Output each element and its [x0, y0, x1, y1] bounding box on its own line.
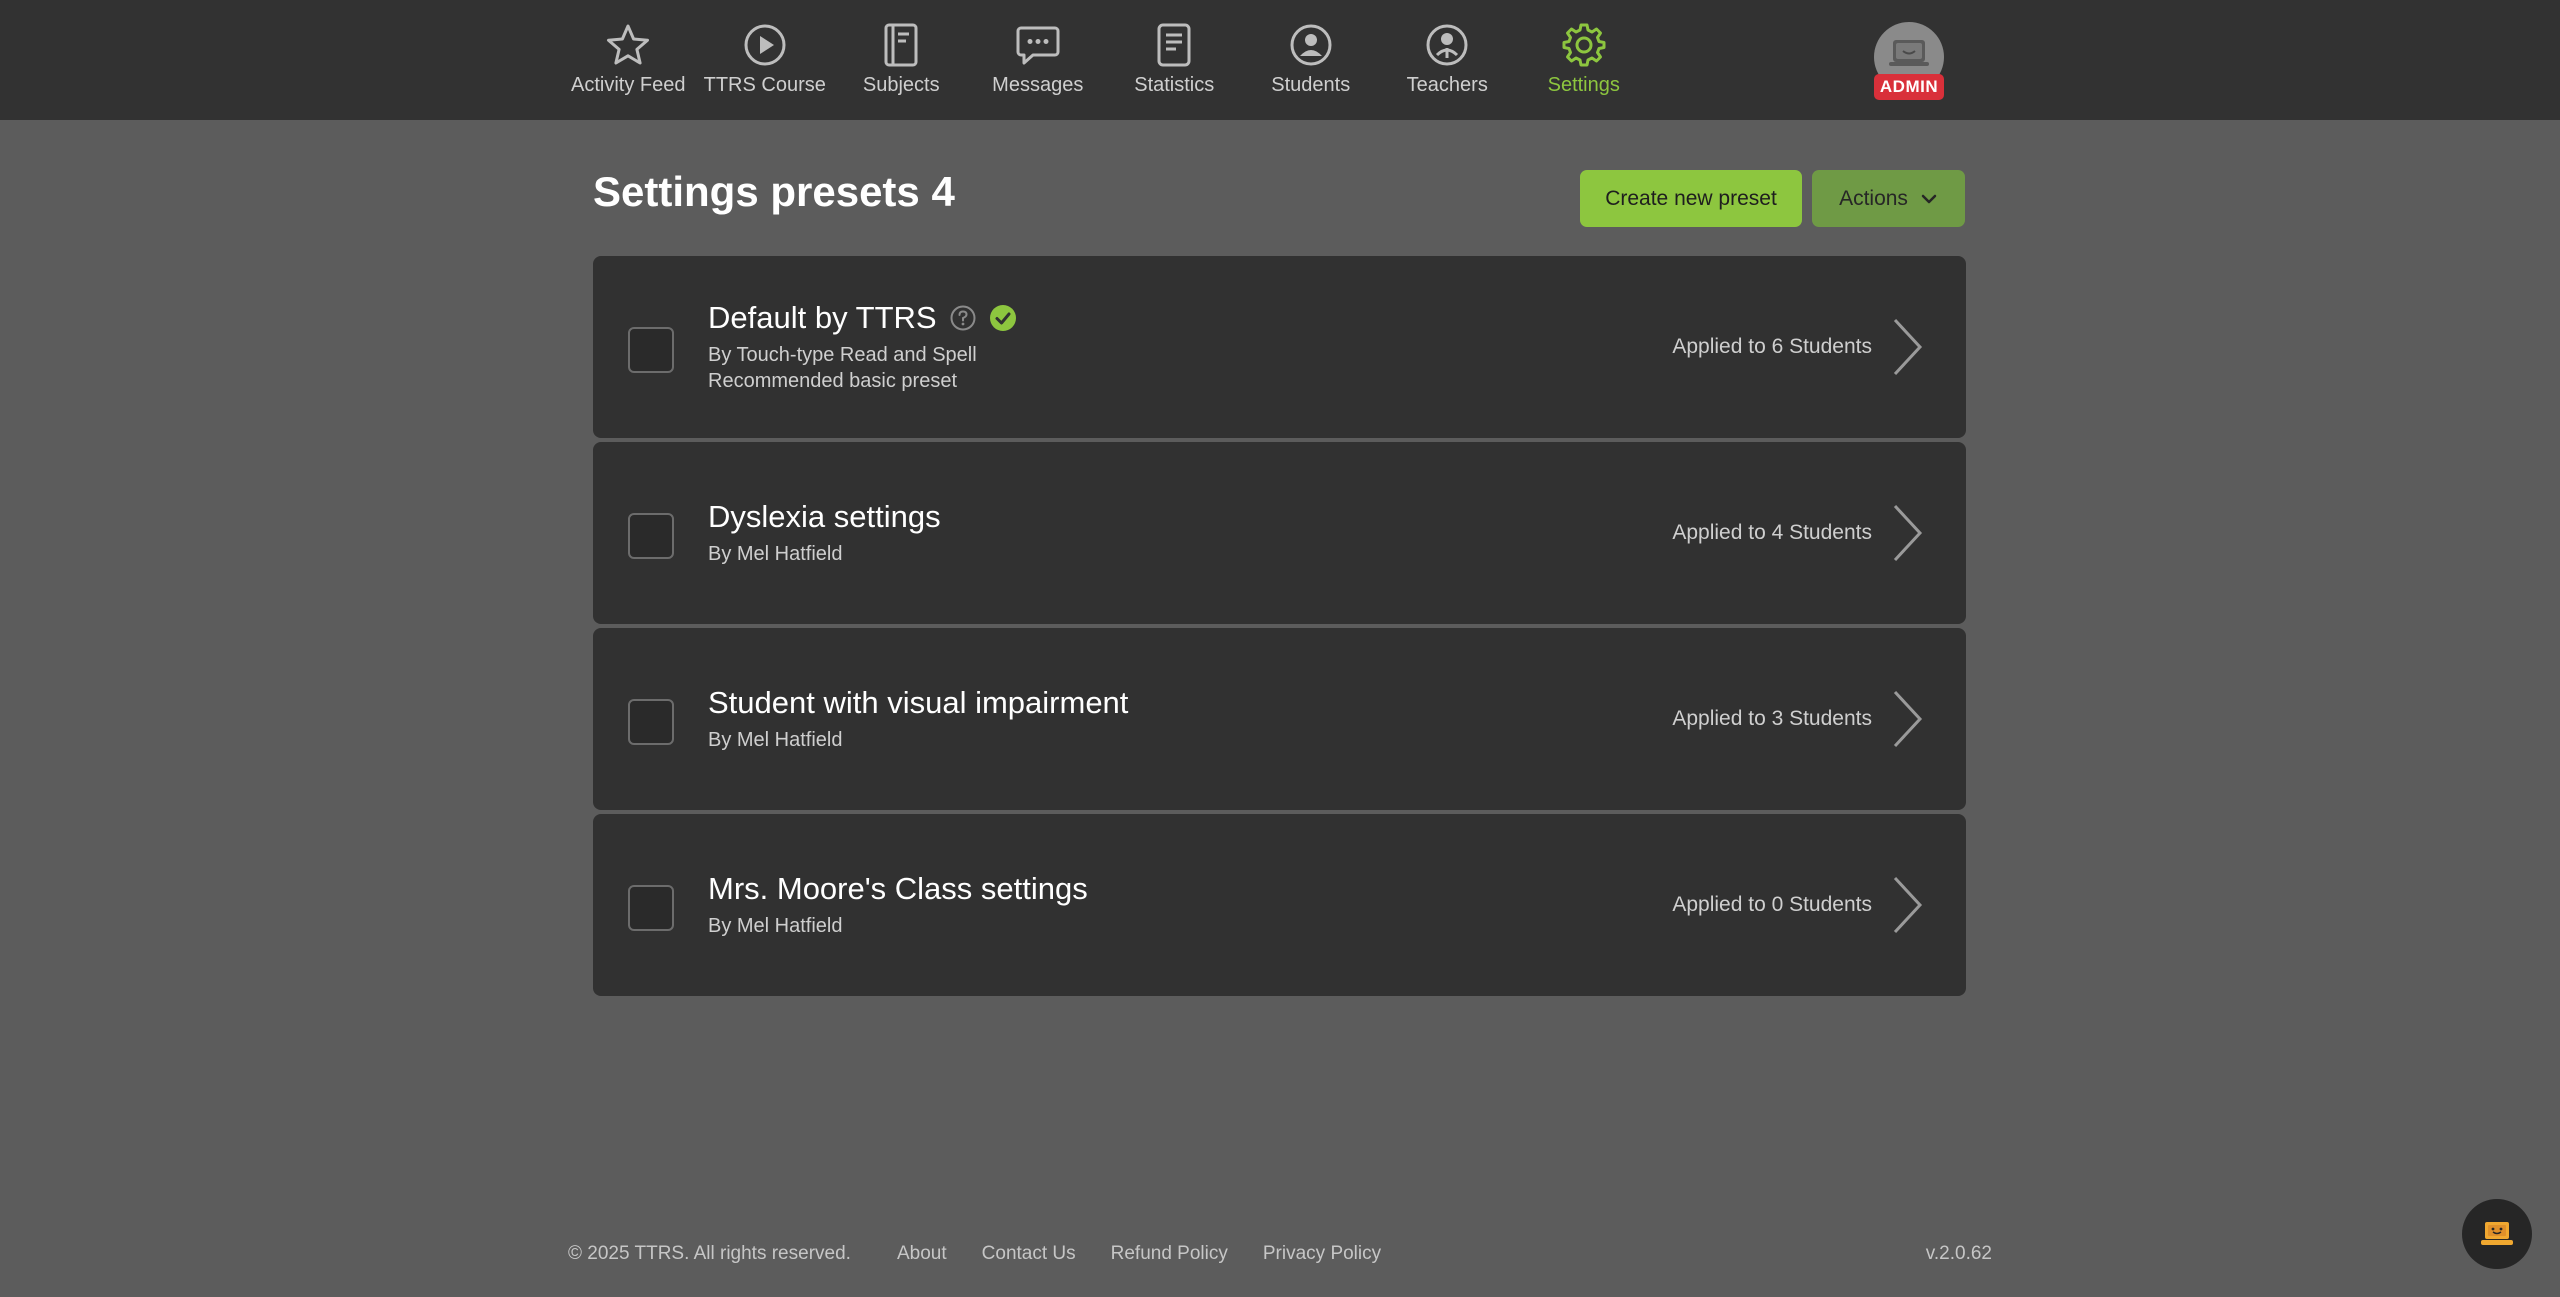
actions-dropdown-button[interactable]: Actions [1812, 170, 1965, 227]
footer-links: About Contact Us Refund Policy Privacy P… [897, 1243, 1381, 1265]
nav-item-activity-feed[interactable]: Activity Feed [560, 0, 697, 120]
nav-item-statistics[interactable]: Statistics [1106, 0, 1243, 120]
preset-list: Default by TTRS By Touch-type Read and S… [593, 256, 1966, 1000]
preset-note: Recommended basic preset [708, 370, 958, 392]
nav-item-settings[interactable]: Settings [1516, 0, 1653, 120]
nav-label: Statistics [1134, 74, 1215, 96]
user-circle-icon [1288, 22, 1334, 68]
nav-item-ttrs-course[interactable]: TTRS Course [697, 0, 834, 120]
nav-item-subjects[interactable]: Subjects [833, 0, 970, 120]
support-chat-icon [2481, 1222, 2513, 1245]
nav-label: TTRS Course [703, 74, 826, 96]
preset-text: Dyslexia settings By Mel Hatfield [708, 442, 941, 624]
chevron-down-icon [1920, 190, 1938, 208]
preset-text: Student with visual impairment By Mel Ha… [708, 628, 1128, 810]
user-avatar-menu[interactable]: ADMIN [1874, 22, 1944, 102]
actions-label: Actions [1839, 186, 1908, 210]
preset-name: Dyslexia settings [708, 499, 941, 534]
preset-author: By Mel Hatfield [708, 729, 843, 751]
nav-item-teachers[interactable]: Teachers [1379, 0, 1516, 120]
nav-label: Teachers [1406, 74, 1488, 96]
preset-name: Student with visual impairment [708, 685, 1129, 720]
preset-name-row: Mrs. Moore's Class settings [708, 871, 1088, 907]
preset-author: By Touch-type Read and Spell [708, 344, 977, 366]
preset-name: Default by TTRS [708, 300, 937, 335]
teacher-icon [1424, 22, 1470, 68]
preset-applied-count: Applied to 6 Students [1672, 335, 1872, 358]
check-circle-icon [989, 304, 1017, 332]
preset-text: Mrs. Moore's Class settings By Mel Hatfi… [708, 814, 1088, 996]
help-icon[interactable] [949, 304, 977, 332]
preset-name: Mrs. Moore's Class settings [708, 871, 1088, 906]
preset-applied-count: Applied to 0 Students [1672, 893, 1872, 916]
preset-row[interactable]: Mrs. Moore's Class settings By Mel Hatfi… [593, 814, 1966, 996]
preset-checkbox[interactable] [628, 699, 674, 745]
document-icon [1151, 22, 1197, 68]
footer-link-contact-us[interactable]: Contact Us [982, 1243, 1076, 1265]
nav-label: Students [1271, 74, 1351, 96]
preset-applied-count: Applied to 3 Students [1672, 707, 1872, 730]
preset-row[interactable]: Dyslexia settings By Mel Hatfield Applie… [593, 442, 1966, 624]
nav-item-messages[interactable]: Messages [970, 0, 1107, 120]
gear-icon [1561, 22, 1607, 68]
admin-badge: ADMIN [1874, 74, 1944, 100]
nav-label: Activity Feed [571, 74, 686, 96]
preset-author: By Mel Hatfield [708, 543, 843, 565]
preset-row[interactable]: Student with visual impairment By Mel Ha… [593, 628, 1966, 810]
create-new-preset-button[interactable]: Create new preset [1580, 170, 1802, 227]
top-nav-bar: Activity Feed TTRS Course Subjects Messa… [0, 0, 2560, 120]
chevron-right-icon [1893, 690, 1923, 748]
page-title: Settings presets 4 [593, 168, 955, 215]
main-nav: Activity Feed TTRS Course Subjects Messa… [560, 0, 1652, 120]
preset-checkbox[interactable] [628, 327, 674, 373]
nav-item-students[interactable]: Students [1243, 0, 1380, 120]
nav-label: Settings [1547, 74, 1620, 96]
preset-applied-count: Applied to 4 Students [1672, 521, 1872, 544]
preset-row[interactable]: Default by TTRS By Touch-type Read and S… [593, 256, 1966, 438]
play-circle-icon [742, 22, 788, 68]
footer-link-about[interactable]: About [897, 1243, 947, 1265]
copyright-text: © 2025 TTRS. All rights reserved. [568, 1243, 851, 1264]
footer-link-privacy-policy[interactable]: Privacy Policy [1263, 1243, 1381, 1265]
version-label: v.2.0.62 [1925, 1243, 1992, 1264]
chevron-right-icon [1893, 504, 1923, 562]
preset-author: By Mel Hatfield [708, 915, 843, 937]
preset-checkbox[interactable] [628, 513, 674, 559]
preset-name-row: Dyslexia settings [708, 499, 941, 535]
footer: © 2025 TTRS. All rights reserved. About … [568, 1243, 1992, 1267]
chevron-right-icon [1893, 318, 1923, 376]
preset-name-row: Default by TTRS [708, 300, 1017, 336]
preset-name-row: Student with visual impairment [708, 685, 1128, 721]
chat-bubble-icon [1015, 22, 1061, 68]
book-icon [878, 22, 924, 68]
footer-link-refund-policy[interactable]: Refund Policy [1111, 1243, 1228, 1265]
preset-checkbox[interactable] [628, 885, 674, 931]
star-icon [605, 22, 651, 68]
chevron-right-icon [1893, 876, 1923, 934]
preset-text: Default by TTRS By Touch-type Read and S… [708, 256, 1017, 438]
nav-label: Subjects [862, 74, 940, 96]
nav-label: Messages [992, 74, 1084, 96]
support-chat-button[interactable] [2462, 1199, 2532, 1269]
